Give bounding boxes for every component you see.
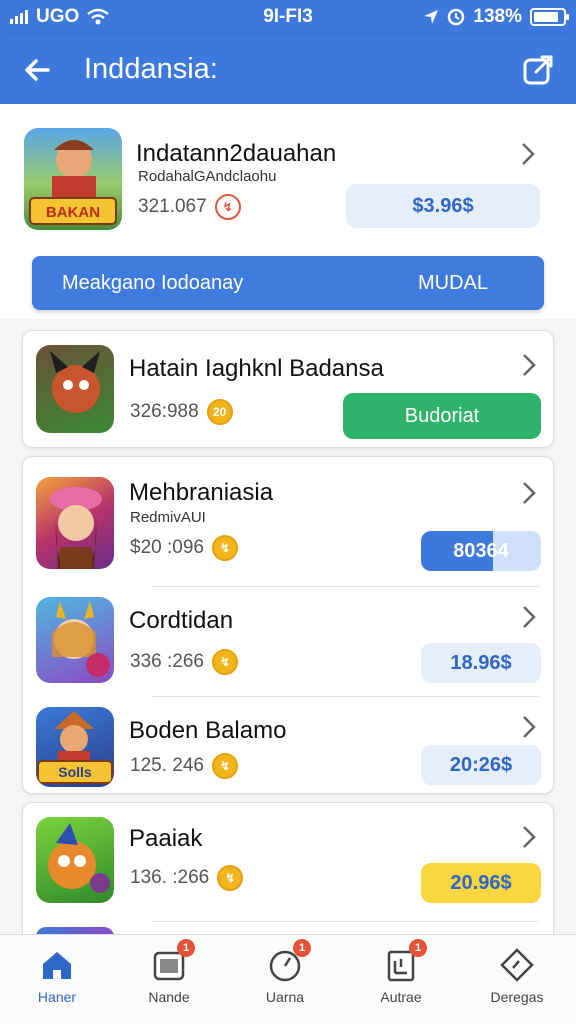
wide-button-left-label: Meakgano Iodoanay xyxy=(62,272,244,294)
nav-label: Uarna xyxy=(265,989,305,1005)
game-meta: $20 :096 ↯ xyxy=(130,535,238,561)
chevron-right-icon[interactable] xyxy=(519,479,539,507)
game-thumbnail-label: Solls xyxy=(58,764,92,780)
divider xyxy=(151,586,539,587)
game-thumbnail xyxy=(36,597,114,683)
featured-price-button[interactable]: $3.96$ xyxy=(346,184,540,228)
featured-game-thumbnail: BAKAN xyxy=(24,128,122,230)
game-meta: 125. 246 ↯ xyxy=(130,753,238,779)
nav-item-gallery[interactable]: 1 Nande xyxy=(124,939,214,1005)
nav-label: Nande xyxy=(148,989,190,1005)
game-meta-value: $20 :096 xyxy=(130,537,204,558)
chevron-right-icon[interactable] xyxy=(519,823,539,851)
game-title: Cordtidan xyxy=(129,607,234,634)
featured-subtitle: RodahalGAndclaohu xyxy=(138,168,277,185)
game-title: Mehbraniasia xyxy=(129,479,274,506)
notification-badge: 1 xyxy=(293,939,311,957)
page-title: Inddansia: xyxy=(84,53,218,85)
alarm-icon xyxy=(448,8,465,26)
bottom-nav: Haner 1 Nande 1 Uarna 1 Autrae Deregas xyxy=(0,934,576,1024)
game-title: Boden Balamo xyxy=(129,717,287,744)
price-button[interactable]: 18.96$ xyxy=(421,643,541,683)
game-title: Paaiak xyxy=(129,825,203,852)
featured-thumbnail-label: BAKAN xyxy=(45,204,101,221)
game-card-group: Mehbraniasia RedmivAUI $20 :096 ↯ 80364 … xyxy=(22,456,554,794)
game-meta: 136. :266 ↯ xyxy=(130,865,244,891)
featured-meta-value: 321.067 xyxy=(138,196,207,217)
game-meta: 326:988 20 xyxy=(130,399,233,425)
battery-icon xyxy=(530,8,569,26)
chevron-right-icon[interactable] xyxy=(519,603,539,631)
game-card: Paaiak 136. :266 ↯ 20.96$ xyxy=(22,802,554,947)
app-bar: Inddansia: xyxy=(0,34,576,104)
chevron-right-icon[interactable] xyxy=(519,713,539,741)
nav-label: Haner xyxy=(37,989,77,1005)
nav-item-clock[interactable]: 1 Uarna xyxy=(240,939,330,1005)
clock-icon: 1 xyxy=(267,939,311,983)
coin-icon: ↯ xyxy=(217,865,244,891)
location-icon xyxy=(424,10,439,24)
price-button[interactable]: 20.96$ xyxy=(421,863,541,903)
nav-item-document[interactable]: 1 Autrae xyxy=(356,939,446,1005)
game-meta-value: 125. 246 xyxy=(130,755,204,776)
nav-item-tag[interactable]: Deregas xyxy=(472,947,562,1005)
wide-button-right-label: MUDAL xyxy=(417,272,488,294)
nav-label: Autrae xyxy=(380,989,422,1005)
game-thumbnail xyxy=(36,345,114,433)
get-button[interactable]: Budoriat xyxy=(343,393,541,439)
game-meta-value: 326:988 xyxy=(130,401,199,422)
coin-icon: 20 xyxy=(206,399,233,425)
wide-action-button[interactable]: Meakgano Iodoanay MUDAL xyxy=(32,256,544,310)
nav-label: Deregas xyxy=(490,989,544,1005)
game-thumbnail xyxy=(36,817,114,903)
document-icon: 1 xyxy=(383,939,427,983)
game-card: Hatain Iaghknl Badansa 326:988 20 Budori… xyxy=(22,330,554,448)
price-button[interactable]: 80364 xyxy=(421,531,541,571)
featured-meta: 321.067 ↯ xyxy=(138,194,241,220)
back-arrow-icon[interactable] xyxy=(18,50,58,90)
coin-icon: ↯ xyxy=(214,194,241,220)
home-icon xyxy=(39,947,75,983)
game-thumbnail: Solls xyxy=(36,707,114,787)
game-meta: 336 :266 ↯ xyxy=(130,649,238,675)
featured-title: Indatann2dauahan xyxy=(136,140,337,167)
notification-badge: 1 xyxy=(177,939,195,957)
tag-icon xyxy=(499,947,535,983)
gallery-icon: 1 xyxy=(151,939,195,983)
game-subtitle: RedmivAUI xyxy=(130,509,206,526)
divider xyxy=(151,921,539,922)
game-title: Hatain Iaghknl Badansa xyxy=(129,355,384,382)
divider xyxy=(151,696,539,697)
coin-icon: ↯ xyxy=(211,535,238,561)
battery-percent: 138% xyxy=(473,6,522,27)
coin-icon: ↯ xyxy=(211,753,238,779)
coin-icon: ↯ xyxy=(211,649,238,675)
status-bar: UGO 9I-FI3 138% xyxy=(0,0,576,34)
chevron-right-icon[interactable] xyxy=(518,140,538,168)
game-thumbnail xyxy=(36,477,114,569)
chevron-right-icon[interactable] xyxy=(519,351,539,379)
game-meta-value: 336 :266 xyxy=(130,651,204,672)
price-button[interactable]: 20:26$ xyxy=(421,745,541,785)
nav-item-home[interactable]: Haner xyxy=(12,947,102,1005)
notification-badge: 1 xyxy=(409,939,427,957)
game-meta-value: 136. :266 xyxy=(130,867,210,888)
share-icon[interactable] xyxy=(518,50,558,90)
